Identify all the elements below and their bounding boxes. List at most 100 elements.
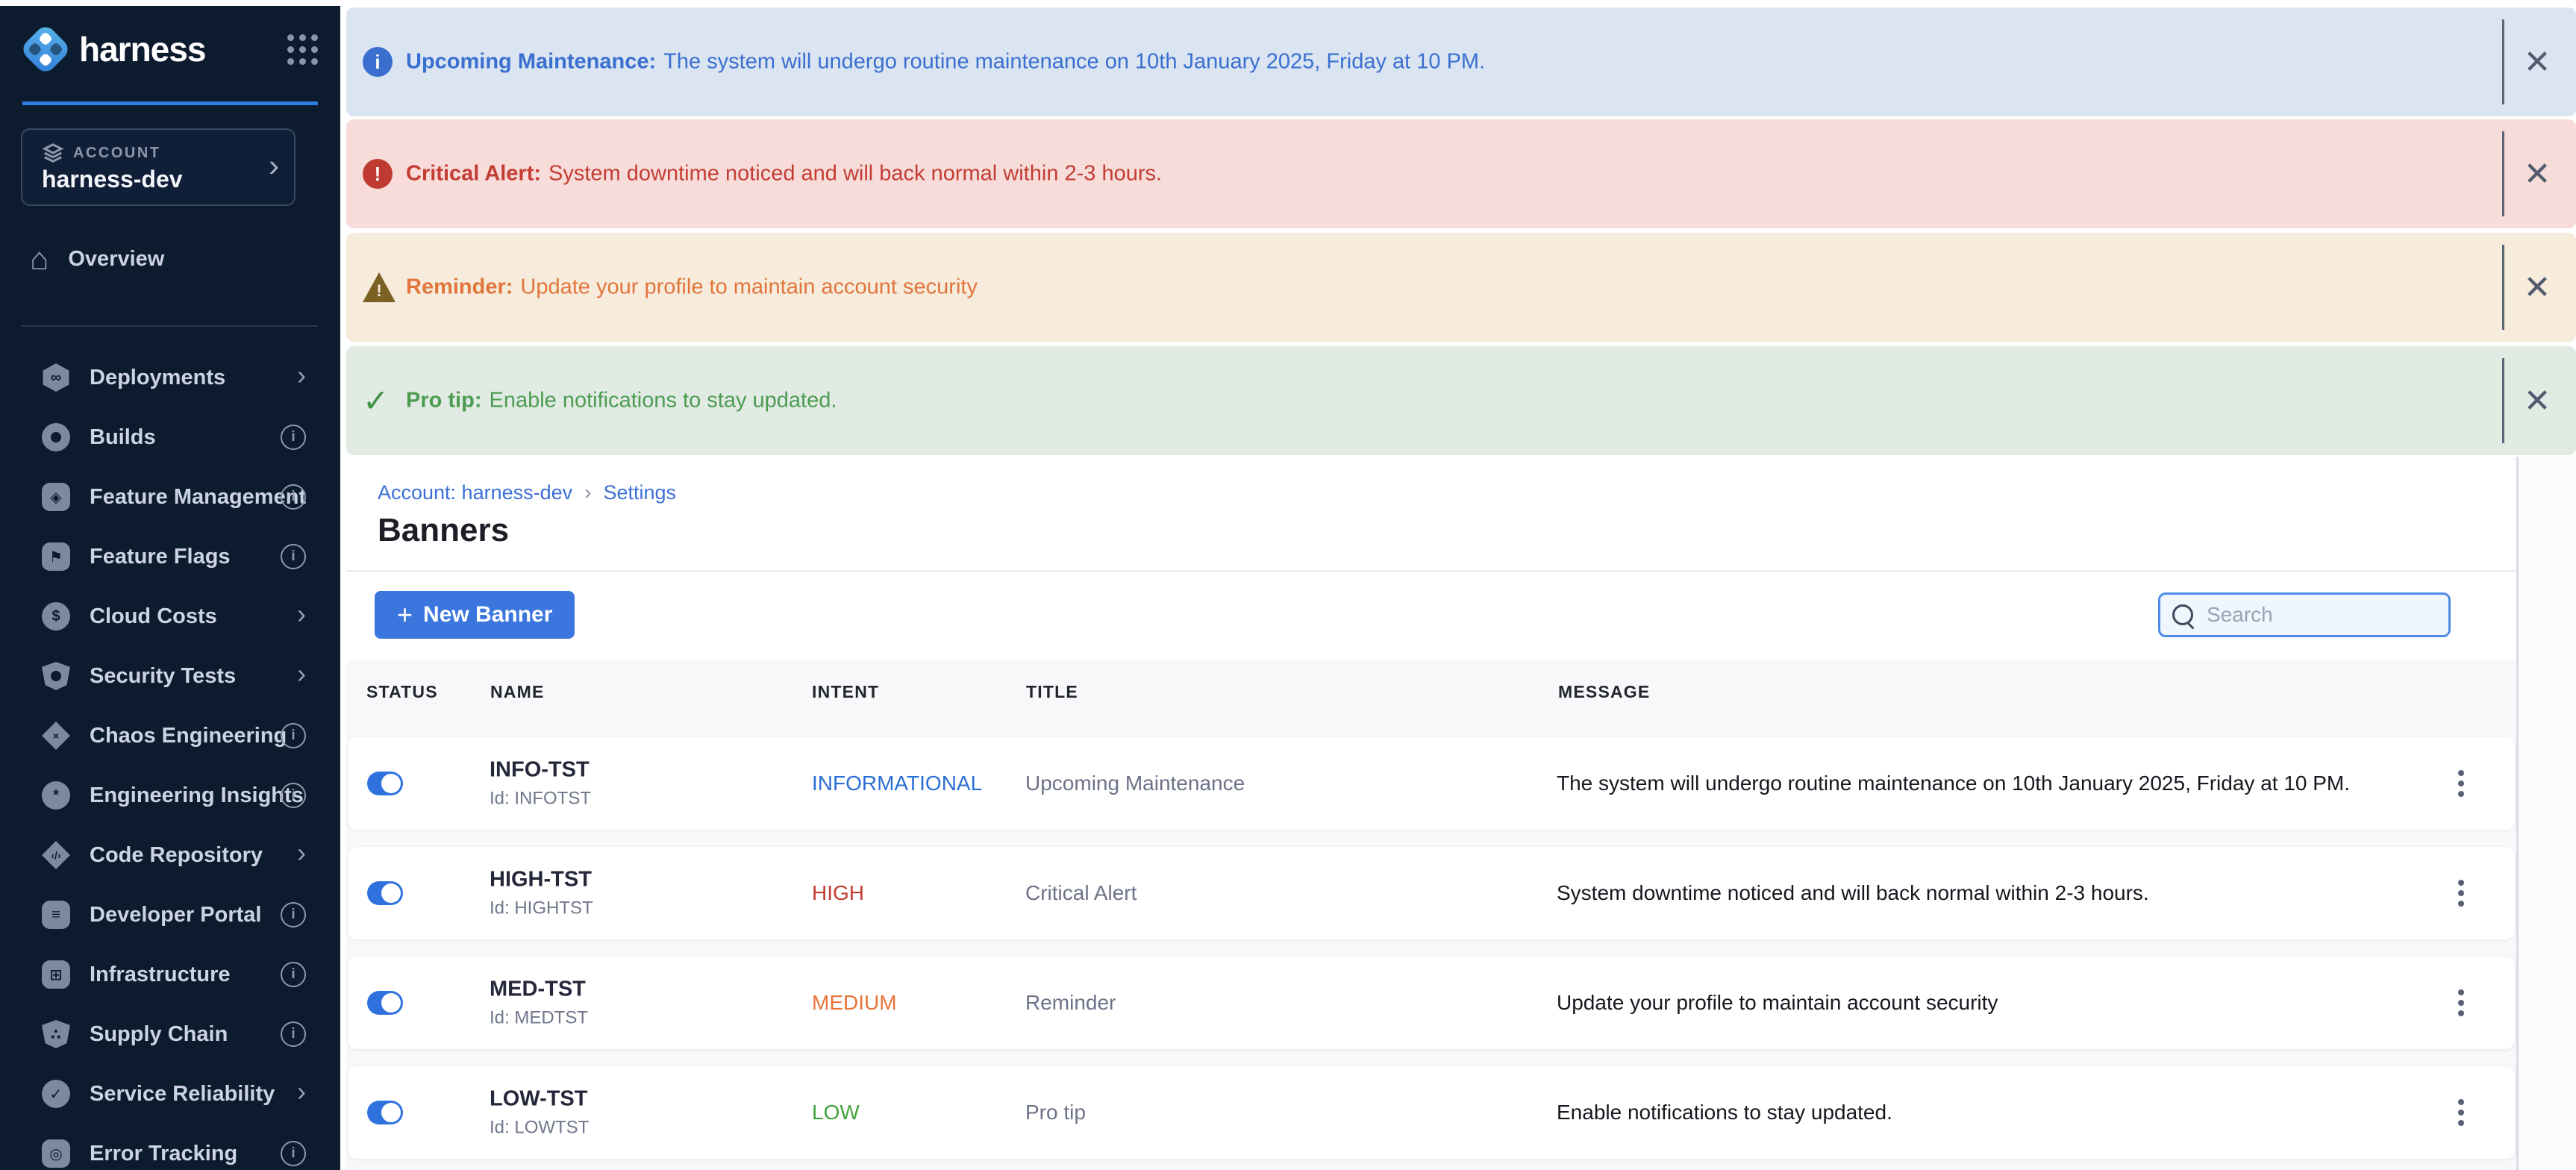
builds-icon: [42, 423, 70, 451]
sidebar-item-infrastructure[interactable]: ⊞ Infrastructure i: [0, 945, 340, 1004]
banner-divider: [2502, 358, 2504, 443]
status-toggle[interactable]: [367, 772, 403, 795]
feature-flags-icon: ⚑: [42, 542, 70, 571]
feature-management-icon: ◈: [42, 483, 70, 511]
banner-warning: ! Reminder: Update your profile to mainta…: [346, 233, 2576, 342]
banner-info: i Upcoming Maintenance:The system will u…: [346, 7, 2576, 116]
exclamation-circle-icon: !: [363, 159, 393, 189]
kebab-menu-icon[interactable]: [2454, 766, 2469, 801]
close-icon[interactable]: ✕: [2518, 154, 2557, 193]
info-icon[interactable]: i: [281, 425, 306, 450]
breadcrumb: Account: harness-dev › Settings: [378, 481, 676, 504]
banner-message-cell: Update your profile to maintain account …: [1557, 991, 1998, 1015]
sidebar-item-supply-chain[interactable]: ∴ Supply Chain i: [0, 1004, 340, 1064]
column-header-title: TITLE: [1026, 682, 1078, 702]
info-circle-icon: i: [363, 47, 393, 77]
supply-chain-icon: ∴: [42, 1020, 70, 1048]
info-icon[interactable]: i: [281, 484, 306, 510]
table-row: INFO-TSTId: INFOTST INFORMATIONAL Upcomi…: [348, 737, 2515, 830]
banner-id: Id: MEDTST: [490, 1008, 588, 1029]
cloud-costs-icon: $: [42, 602, 70, 631]
service-reliability-icon: ✓: [42, 1080, 70, 1108]
code-repository-icon: ‹/›: [42, 841, 70, 869]
brand-name: harness: [79, 29, 205, 69]
sidebar-item-feature-flags[interactable]: ⚑ Feature Flags i: [0, 527, 340, 586]
deployments-icon: ∞: [42, 363, 70, 392]
status-toggle[interactable]: [367, 881, 403, 905]
status-toggle[interactable]: [367, 991, 403, 1015]
search-box: [2158, 592, 2451, 637]
account-name: harness-dev: [42, 166, 183, 193]
close-icon[interactable]: ✕: [2518, 381, 2557, 420]
sidebar-item-overview[interactable]: ⌂ Overview: [30, 243, 164, 275]
close-icon[interactable]: ✕: [2518, 268, 2557, 307]
developer-portal-icon: ≡: [42, 901, 70, 929]
chevron-right-icon: ›: [297, 1078, 306, 1105]
info-icon[interactable]: i: [281, 783, 306, 808]
banner-message: Update your profile to maintain account …: [520, 275, 978, 299]
banner-id: Id: LOWTST: [490, 1118, 589, 1139]
info-icon[interactable]: i: [281, 723, 306, 748]
intent-badge: LOW: [812, 1101, 860, 1124]
banner-divider: [2502, 19, 2504, 104]
sidebar-item-engineering-insights[interactable]: * Engineering Insights i: [0, 766, 340, 825]
info-icon[interactable]: i: [281, 1141, 306, 1166]
app-window: harness ACCOUNT harness-dev › ⌂ Overview…: [0, 0, 2576, 1170]
harness-logo-icon: [19, 23, 72, 76]
sidebar-item-deployments[interactable]: ∞ Deployments ›: [0, 348, 340, 407]
sidebar-item-security-tests[interactable]: Security Tests ›: [0, 646, 340, 706]
banner-title: Upcoming Maintenance: [1025, 772, 1245, 795]
close-icon[interactable]: ✕: [2518, 43, 2557, 81]
sidebar-item-developer-portal[interactable]: ≡ Developer Portal i: [0, 885, 340, 945]
search-input[interactable]: [2205, 602, 2436, 628]
kebab-menu-icon[interactable]: [2454, 1095, 2469, 1130]
account-selector[interactable]: ACCOUNT harness-dev ›: [21, 128, 296, 206]
plus-icon: +: [397, 601, 413, 628]
banner-title: Critical Alert: [1025, 881, 1137, 905]
kebab-menu-icon[interactable]: [2454, 985, 2469, 1021]
banner-name: HIGH-TST: [490, 868, 592, 892]
kebab-menu-icon[interactable]: [2454, 875, 2469, 911]
column-header-message: MESSAGE: [1558, 682, 1650, 702]
sidebar-item-cloud-costs[interactable]: $ Cloud Costs ›: [0, 586, 340, 646]
column-header-intent: INTENT: [812, 682, 879, 702]
logo-row: harness: [27, 27, 318, 72]
sidebar-item-builds[interactable]: Builds i: [0, 407, 340, 467]
table-row: MED-TSTId: MEDTST MEDIUM Reminder Update…: [348, 957, 2515, 1049]
logo-underline: [22, 101, 318, 105]
infrastructure-icon: ⊞: [42, 960, 70, 989]
new-banner-button[interactable]: + New Banner: [375, 591, 575, 639]
breadcrumb-settings-link[interactable]: Settings: [603, 481, 676, 504]
status-toggle[interactable]: [367, 1101, 403, 1124]
check-icon: ✓: [363, 383, 389, 419]
sidebar-item-chaos-engineering[interactable]: × Chaos Engineering i: [0, 706, 340, 766]
app-grid-icon[interactable]: [287, 34, 318, 65]
column-header-name: NAME: [490, 682, 545, 702]
banner-message: Enable notifications to stay updated.: [490, 389, 837, 413]
info-icon[interactable]: i: [281, 902, 306, 927]
info-icon[interactable]: i: [281, 962, 306, 987]
banner-message-cell: The system will undergo routine maintena…: [1557, 772, 2350, 795]
banner-name: LOW-TST: [490, 1087, 588, 1111]
banner-title: Reminder: [1025, 991, 1116, 1015]
info-icon[interactable]: i: [281, 544, 306, 569]
sidebar-item-feature-management[interactable]: ◈ Feature Management i: [0, 467, 340, 527]
info-icon[interactable]: i: [281, 1022, 306, 1047]
title-divider: [346, 570, 2516, 572]
sidebar-item-error-tracking[interactable]: ◎ Error Tracking i: [0, 1124, 340, 1170]
warning-triangle-icon: !: [363, 272, 396, 302]
banner-label: Upcoming Maintenance:: [406, 50, 656, 74]
banner-id: Id: HIGHTST: [490, 898, 593, 919]
table-row: LOW-TSTId: LOWTST LOW Pro tip Enable not…: [348, 1066, 2515, 1159]
intent-badge: HIGH: [812, 881, 864, 905]
banner-label: Reminder:: [406, 275, 513, 299]
sidebar-item-service-reliability[interactable]: ✓ Service Reliability ›: [0, 1064, 340, 1124]
home-icon: ⌂: [30, 243, 49, 275]
main-content: Account: harness-dev › Settings Banners …: [346, 457, 2576, 1170]
sidebar-item-code-repository[interactable]: ‹/› Code Repository ›: [0, 825, 340, 885]
chevron-right-icon: ›: [297, 660, 306, 687]
banner-success: ✓ Pro tip:Enable notifications to stay u…: [346, 346, 2576, 455]
breadcrumb-account-link[interactable]: Account: harness-dev: [378, 481, 572, 504]
page-title: Banners: [378, 512, 509, 549]
banner-divider: [2502, 245, 2504, 330]
